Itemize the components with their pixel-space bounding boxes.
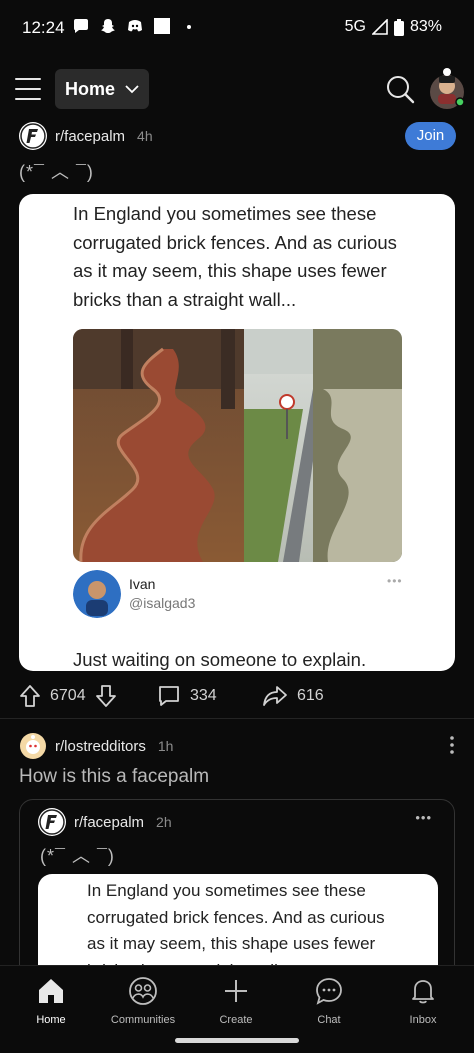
subreddit-name[interactable]: r/lostredditors	[55, 738, 146, 755]
tweet-text: In England you sometimes see these corru…	[73, 203, 397, 310]
battery-percent: 83%	[409, 18, 442, 35]
app-header: Home	[0, 62, 474, 118]
author-handle: @isalgad3	[129, 595, 196, 611]
crosspost-more-icon[interactable]: •••	[415, 810, 432, 825]
battery-icon	[393, 18, 404, 36]
crosspost-title: (*¯ ︿ ¯)	[40, 846, 115, 866]
post-card[interactable]: r/lostredditors 1h How is this a facepal…	[0, 728, 474, 979]
user-avatar[interactable]	[427, 66, 467, 110]
snapchat-icon	[101, 19, 115, 33]
post-image[interactable]: In England you sometimes see these corru…	[19, 194, 455, 671]
nav-label: Inbox	[409, 1014, 437, 1026]
facepalm-logo-icon	[20, 123, 46, 149]
more-options-icon[interactable]	[445, 734, 459, 756]
nav-create[interactable]: Create	[191, 976, 281, 1026]
share-button[interactable]: 616	[262, 684, 324, 708]
status-right: 5G 83%	[345, 18, 442, 36]
bell-icon	[412, 980, 434, 1004]
post-title[interactable]: (*¯ ︿ ¯)	[19, 158, 94, 184]
tweet-caption: Just waiting on someone to explain.	[73, 649, 367, 670]
feed-selector[interactable]: Home	[55, 69, 149, 109]
message-icon	[74, 19, 88, 33]
status-bar: 12:24 5G 83%	[0, 0, 474, 56]
vote-group: 6704	[19, 684, 117, 708]
app-notification-icon	[154, 18, 170, 34]
subreddit-avatar[interactable]	[19, 122, 47, 150]
post-header: r/lostredditors 1h	[19, 732, 173, 760]
share-count: 616	[297, 687, 324, 704]
share-icon	[263, 686, 287, 706]
chevron-down-icon	[125, 85, 139, 94]
home-icon	[39, 979, 63, 1003]
upvote-count: 6704	[50, 687, 86, 704]
network-label: 5G	[344, 18, 366, 35]
chat-icon	[316, 978, 342, 1005]
author-avatar[interactable]	[73, 570, 121, 618]
feed-selector-label: Home	[65, 78, 116, 99]
subreddit-avatar[interactable]	[38, 808, 66, 836]
nav-label: Communities	[110, 1014, 176, 1026]
crosspost-header: r/facepalm 2h	[38, 808, 172, 836]
status-time: 12:24	[22, 18, 65, 37]
comments-button[interactable]: 334	[157, 684, 217, 708]
discord-icon	[128, 20, 142, 32]
downvote-icon[interactable]	[95, 684, 117, 708]
facepalm-logo-icon	[39, 809, 65, 835]
gesture-bar[interactable]	[175, 1038, 299, 1043]
more-notifications-icon	[187, 25, 191, 29]
nav-label: Home	[36, 1014, 66, 1026]
post-title[interactable]: How is this a facepalm	[19, 766, 209, 788]
brick-wall-photo	[73, 329, 402, 562]
subreddit-avatar[interactable]	[19, 732, 47, 760]
notification-icons	[72, 17, 198, 35]
upvote-icon[interactable]	[19, 684, 41, 708]
join-button[interactable]: Join	[405, 122, 456, 150]
nav-inbox[interactable]: Inbox	[378, 976, 468, 1026]
signal-icon	[371, 19, 388, 35]
tweet-text: In England you sometimes see these corru…	[87, 881, 385, 978]
nav-label: Create	[219, 1014, 253, 1026]
crosspost-age: 2h	[156, 814, 172, 830]
nav-home[interactable]: Home	[6, 976, 96, 1026]
bottom-navigation: Home Communities Create Chat Inbox	[0, 965, 474, 1053]
author-name: Ivan	[129, 576, 156, 592]
post-age: 4h	[137, 128, 153, 144]
crosspost-subreddit[interactable]: r/facepalm	[74, 814, 144, 831]
post-card[interactable]: r/facepalm 4h Join (*¯ ︿ ¯) In England y…	[0, 118, 474, 718]
nav-communities[interactable]: Communities	[98, 976, 188, 1026]
crosspost-image: In England you sometimes see these corru…	[38, 874, 438, 978]
plus-icon	[225, 980, 247, 1002]
search-icon[interactable]	[384, 73, 416, 105]
post-age: 1h	[157, 738, 174, 754]
nav-label: Chat	[317, 1014, 341, 1026]
post-header: r/facepalm 4h	[19, 122, 153, 150]
post-divider	[0, 718, 474, 719]
post-actions: 6704 334 616	[19, 680, 459, 712]
menu-icon[interactable]	[15, 78, 41, 100]
tweet-more-icon: •••	[387, 574, 403, 588]
subreddit-name[interactable]: r/facepalm	[55, 128, 125, 145]
communities-icon	[129, 977, 157, 1005]
comment-icon	[159, 686, 179, 706]
nav-chat[interactable]: Chat	[284, 976, 374, 1026]
crosspost-card[interactable]: r/facepalm 2h ••• (*¯ ︿ ¯) In England yo…	[19, 799, 455, 979]
comment-count: 334	[190, 687, 217, 704]
